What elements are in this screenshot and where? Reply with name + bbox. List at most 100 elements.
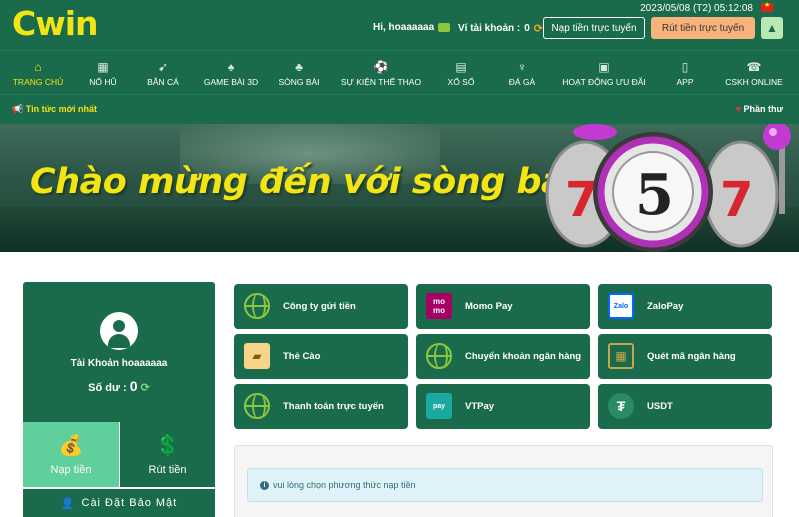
- payment-company-deposit[interactable]: Công ty gửi tiền: [234, 284, 408, 329]
- withdraw-tile[interactable]: 💲 Rút tiền: [119, 422, 215, 487]
- svg-text:5: 5: [635, 162, 674, 228]
- greeting-text: Hi, hoaaaaaa: [373, 22, 435, 33]
- nav-item-cockfight[interactable]: ♆ ĐÁ GÀ: [505, 51, 539, 95]
- mobile-app-icon: ▯: [681, 59, 689, 74]
- info-alert: i vui lòng chọn phương thức nạp tiền: [247, 468, 763, 502]
- payment-label: Công ty gửi tiền: [283, 301, 356, 312]
- svg-text:7: 7: [720, 172, 753, 228]
- latest-news-label: Tin tức mới nhất: [25, 104, 97, 114]
- info-icon: i: [260, 480, 269, 490]
- svg-text:7: 7: [565, 172, 598, 228]
- soccer-ball-icon: ⚽: [373, 59, 389, 74]
- nav-item-app[interactable]: ▯ APP: [672, 51, 698, 95]
- home-icon: ⌂: [34, 59, 42, 74]
- vtpay-icon: pay: [426, 393, 452, 419]
- nav-label: NỔ HŨ: [89, 76, 117, 87]
- payment-bank-transfer[interactable]: Chuyển khoản ngân hàng: [416, 334, 590, 379]
- payment-zalopay[interactable]: Zalo ZaloPay: [598, 284, 772, 329]
- nav-item-support[interactable]: ☎ CSKH ONLINE: [724, 51, 784, 95]
- cwin-logo[interactable]: Cwin: [12, 6, 99, 42]
- inbox-link[interactable]: ♥ Phần thư: [736, 104, 783, 114]
- info-message: i vui lòng chọn phương thức nạp tiền: [260, 480, 416, 490]
- slot-machine-icon: 7 7 5: [545, 124, 791, 252]
- withdraw-tile-label: Rút tiền: [148, 464, 187, 476]
- cards-icon: ♠: [227, 59, 235, 74]
- lottery-icon: ▤: [455, 59, 467, 74]
- zalopay-icon: Zalo: [608, 293, 634, 319]
- nav-label: HOẠT ĐỘNG ƯU ĐÃI: [562, 76, 646, 87]
- nav-label: ĐÁ GÀ: [508, 76, 536, 87]
- payment-scratch-card[interactable]: ▰ Thẻ Cào: [234, 334, 408, 379]
- online-withdraw-button[interactable]: Rút tiền trực tuyến: [651, 17, 755, 39]
- slot-machine-icon: ▦: [97, 59, 109, 74]
- globe-icon: [244, 293, 270, 319]
- datetime: 2023/05/08 (T2) 05:12:08: [640, 3, 753, 14]
- nav-item-fishing[interactable]: ➹ BẮN CÁ: [141, 51, 185, 95]
- security-settings-button[interactable]: 👤 Cài Đặt Bảo Mật: [23, 489, 215, 517]
- nav-label: CSKH ONLINE: [725, 76, 783, 87]
- payment-label: USDT: [647, 401, 673, 412]
- payment-momo[interactable]: mo mo Momo Pay: [416, 284, 590, 329]
- account-panel: Tài Khoản hoaaaaaa Số dư : 0 ⟳: [23, 282, 215, 422]
- banner-title: Chào mừng đến với sòng bạc: [30, 162, 585, 202]
- balance-label: Số dư :: [88, 382, 127, 394]
- scratch-card-icon: ▰: [244, 343, 270, 369]
- message-icon[interactable]: [438, 23, 451, 32]
- support-icon: ☎: [746, 59, 762, 74]
- globe-icon: [426, 343, 452, 369]
- nav-item-lottery[interactable]: ▤ XỔ SỐ: [444, 51, 478, 95]
- vietnam-flag-icon[interactable]: [761, 1, 773, 12]
- nav-label: BẮN CÁ: [147, 76, 179, 87]
- momo-icon: mo mo: [426, 293, 452, 319]
- globe-icon: [244, 393, 270, 419]
- megaphone-icon: 📢: [12, 104, 24, 114]
- qr-code-icon: ▦: [608, 343, 634, 369]
- latest-news[interactable]: 📢 Tin tức mới nhất: [12, 104, 97, 115]
- nav-item-promotions[interactable]: ▣ HOẠT ĐỘNG ƯU ĐÃI: [562, 51, 646, 95]
- rooster-icon: ♆: [517, 59, 527, 74]
- nav-label: TRANG CHỦ: [12, 76, 64, 87]
- header: Cwin 2023/05/08 (T2) 05:12:08 Hi, hoaaaa…: [0, 0, 799, 50]
- payment-label: ZaloPay: [647, 301, 684, 312]
- account-balance: Số dư : 0 ⟳: [23, 378, 215, 394]
- nav-label: SÒNG BÀI: [278, 76, 320, 87]
- money-bag-icon: 💰: [58, 435, 84, 457]
- inbox-label: Phần thư: [743, 104, 783, 114]
- nav-item-slots[interactable]: ▦ NỔ HŨ: [80, 51, 126, 95]
- welcome-banner: Chào mừng đến với sòng bạc 7 7 5: [0, 124, 799, 252]
- refresh-icon[interactable]: ⟳: [141, 382, 150, 394]
- news-bar: 📢 Tin tức mới nhất ♥ Phần thư: [0, 94, 799, 124]
- nav-item-home[interactable]: ⌂ TRANG CHỦ: [10, 51, 66, 95]
- payment-label: Momo Pay: [465, 301, 513, 312]
- payment-online[interactable]: Thanh toán trực tuyến: [234, 384, 408, 429]
- security-label: Cài Đặt Bảo Mật: [81, 497, 178, 509]
- payment-label: Thẻ Cào: [283, 351, 321, 362]
- deposit-tile[interactable]: 💰 Nạp tiền: [23, 422, 119, 487]
- usdt-icon: ₮: [608, 393, 634, 419]
- nav-item-casino[interactable]: ♣ SÒNG BÀI: [276, 51, 322, 95]
- wallet-balance: Ví tài khoản : 0 ⟳: [458, 22, 543, 35]
- payment-label: Thanh toán trực tuyến: [283, 401, 384, 412]
- nav-label: SỰ KIỆN THỂ THAO: [340, 76, 422, 87]
- refresh-icon[interactable]: ⟳: [534, 22, 543, 35]
- payment-vtpay[interactable]: pay VTPay: [416, 384, 590, 429]
- nav-item-sports[interactable]: ⚽ SỰ KIỆN THỂ THAO: [340, 51, 422, 95]
- wallet-value: 0: [524, 23, 530, 34]
- chevron-up-icon[interactable]: ▲: [761, 17, 783, 39]
- nav-item-card-games[interactable]: ♠ GAME BÀI 3D: [201, 51, 261, 95]
- fish-icon: ➹: [157, 59, 169, 74]
- payment-bank-qr[interactable]: ▦ Quét mã ngân hàng: [598, 334, 772, 379]
- avatar-icon: [100, 312, 138, 350]
- main-nav: ⌂ TRANG CHỦ ▦ NỔ HŨ ➹ BẮN CÁ ♠ GAME BÀI …: [0, 50, 799, 94]
- nav-label: XỔ SỐ: [447, 76, 475, 87]
- casino-chip-icon: ♣: [295, 59, 303, 74]
- payment-usdt[interactable]: ₮ USDT: [598, 384, 772, 429]
- hand-dollar-icon: 💲: [155, 435, 180, 457]
- nav-label: GAME BÀI 3D: [203, 76, 259, 87]
- heart-icon: ♥: [735, 104, 741, 114]
- user-greeting: Hi, hoaaaaaa: [373, 22, 451, 33]
- gift-icon: ▣: [598, 59, 610, 74]
- online-deposit-button[interactable]: Nạp tiền trực tuyến: [543, 17, 645, 39]
- payment-label: Chuyển khoản ngân hàng: [465, 351, 582, 362]
- user-lock-icon: 👤: [60, 497, 76, 510]
